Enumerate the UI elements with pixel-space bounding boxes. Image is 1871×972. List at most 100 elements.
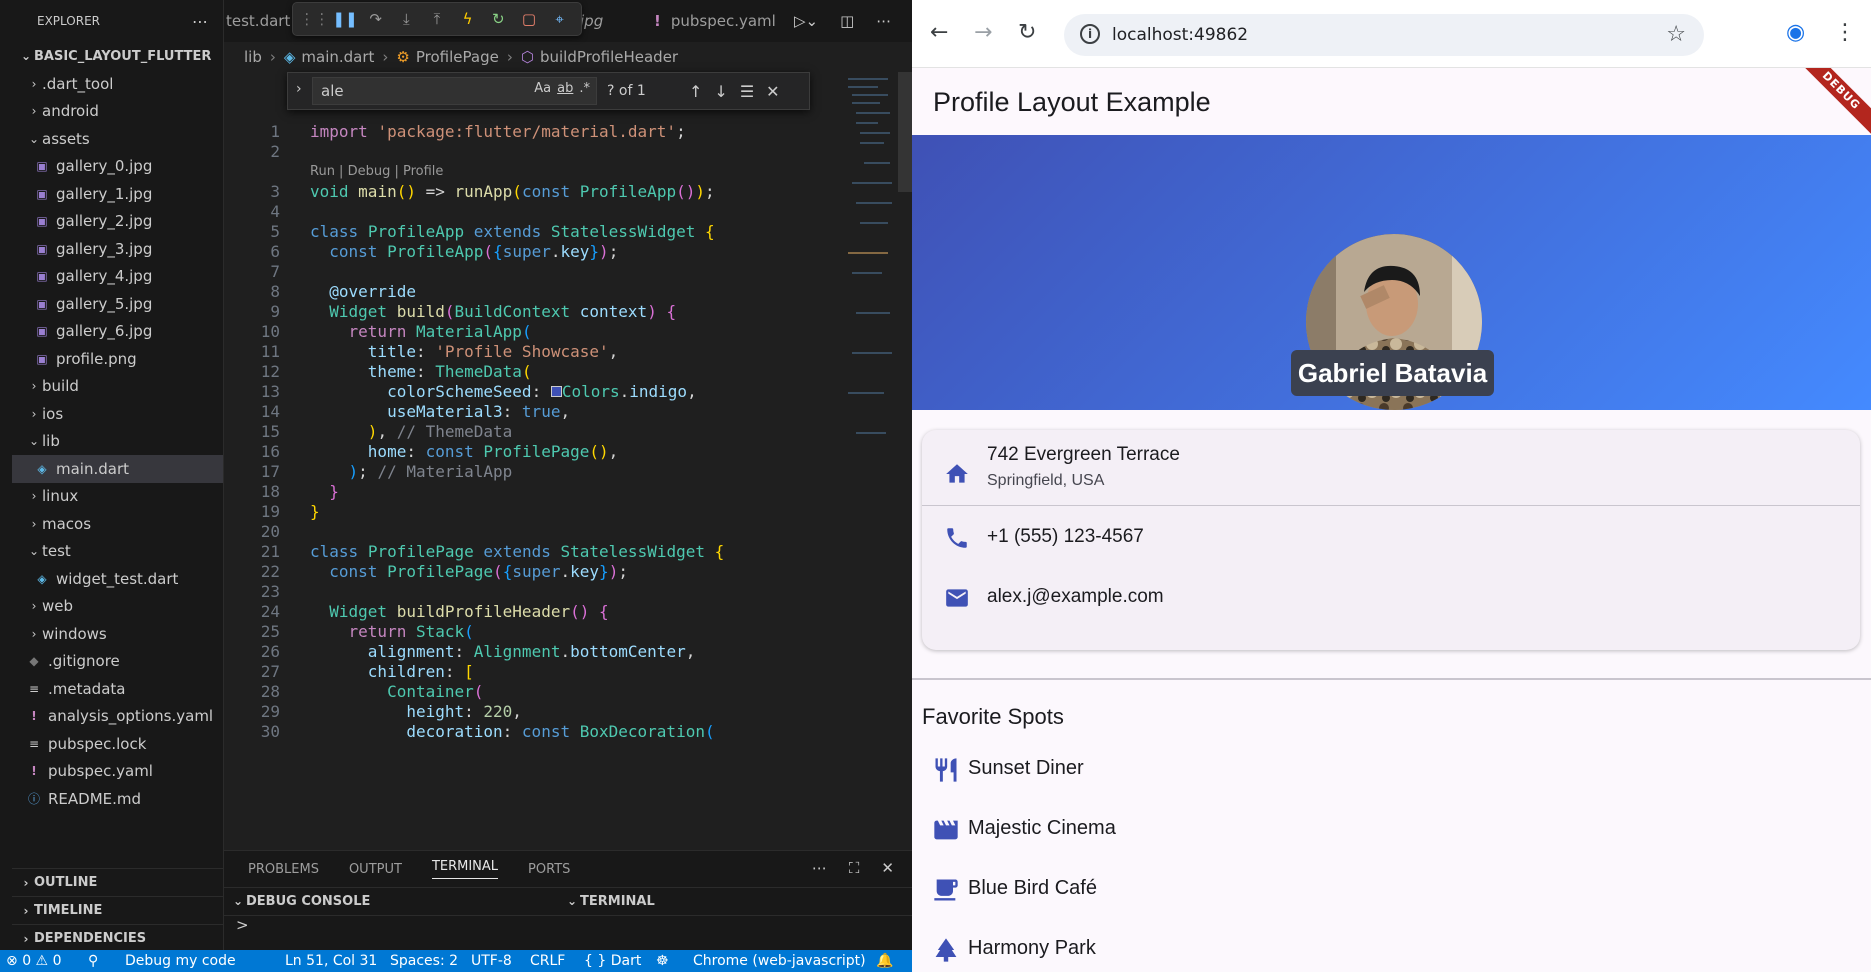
tree-file[interactable]: ▣ gallery_4.jpg <box>12 263 223 291</box>
debug-config-status[interactable]: Debug my code <box>125 953 236 969</box>
tree-folder[interactable]: › web <box>12 593 223 621</box>
tree-file[interactable]: ▣ gallery_1.jpg <box>12 180 223 208</box>
tree-file[interactable]: ◆ .gitignore <box>12 648 223 676</box>
regex-toggle[interactable]: .* <box>579 81 590 96</box>
restart-icon[interactable]: ↻ <box>487 8 509 30</box>
tree-folder[interactable]: › .dart_tool <box>12 70 223 98</box>
tree-folder[interactable]: › macos <box>12 510 223 538</box>
timeline-section[interactable]: › TIMELINE <box>12 896 224 924</box>
breadcrumb-lib[interactable]: lib <box>244 48 262 66</box>
find-in-selection-icon[interactable]: ☰ <box>740 82 754 101</box>
previous-match-icon[interactable]: ↑ <box>689 82 702 101</box>
phone-row[interactable]: +1 (555) 123-4567 <box>922 506 1860 570</box>
tree-file[interactable]: ◈ main.dart <box>12 455 223 483</box>
back-icon[interactable]: ← <box>930 20 948 45</box>
cursor-position[interactable]: Ln 51, Col 31 <box>285 953 377 969</box>
code-editor[interactable]: 1 import 'package:flutter/material.dart';… <box>224 112 844 850</box>
project-root[interactable]: ⌄ BASIC_LAYOUT_FLUTTER <box>12 42 223 70</box>
tab-test-dart[interactable]: test.dart <box>226 0 290 42</box>
tree-file[interactable]: ▣ gallery_5.jpg <box>12 290 223 318</box>
find-input[interactable]: ale Aa ab .* <box>312 77 597 105</box>
step-out-icon[interactable]: ⤒ <box>426 8 448 30</box>
debug-console-input[interactable]: > <box>224 915 912 941</box>
split-editor-icon[interactable]: ◫ <box>840 12 854 30</box>
encoding-status[interactable]: UTF-8 <box>471 953 512 969</box>
chevron-right-icon: › <box>31 406 37 421</box>
profile-icon[interactable]: ◉ <box>1786 20 1805 45</box>
dart-icon: ◈ <box>37 571 47 586</box>
tree-folder[interactable]: › linux <box>12 483 223 511</box>
tree-file[interactable]: ▣ gallery_0.jpg <box>12 153 223 181</box>
tree-file[interactable]: ▣ gallery_3.jpg <box>12 235 223 263</box>
outline-section[interactable]: › OUTLINE <box>12 868 224 896</box>
tree-folder[interactable]: › android <box>12 98 223 126</box>
address-bar[interactable]: i localhost:49862 ☆ <box>1064 14 1704 56</box>
tab-output[interactable]: OUTPUT <box>349 862 402 877</box>
site-info-icon[interactable]: i <box>1080 24 1100 44</box>
problems-status[interactable]: ⊗ 0 ⚠ 0 <box>6 953 61 969</box>
tree-folder[interactable]: ⌄ test <box>12 538 223 566</box>
close-icon[interactable]: ✕ <box>766 82 779 101</box>
menu-icon[interactable]: ⋮ <box>1834 20 1856 45</box>
code-lens[interactable]: Run | Debug | Profile <box>310 164 443 179</box>
email-row[interactable]: alex.j@example.com <box>922 570 1860 634</box>
list-item[interactable]: Harmony Park <box>922 920 1862 972</box>
eol-status[interactable]: CRLF <box>530 953 565 969</box>
step-over-icon[interactable]: ↷ <box>365 8 387 30</box>
list-item[interactable]: Majestic Cinema <box>922 800 1862 860</box>
breadcrumb-method[interactable]: buildProfileHeader <box>540 48 678 66</box>
reload-icon[interactable]: ↻ <box>1018 20 1036 45</box>
tree-file[interactable]: ◈ widget_test.dart <box>12 565 223 593</box>
tree-folder[interactable]: › windows <box>12 620 223 648</box>
tree-file[interactable]: ▣ gallery_6.jpg <box>12 318 223 346</box>
debug-console-header[interactable]: ⌄ DEBUG CONSOLE <box>224 894 564 909</box>
step-into-icon[interactable]: ⤓ <box>395 8 417 30</box>
tab-image[interactable]: jpg <box>580 0 603 42</box>
dependencies-section[interactable]: › DEPENDENCIES <box>12 924 224 952</box>
match-case-toggle[interactable]: Aa <box>534 81 551 96</box>
tab-ports[interactable]: PORTS <box>528 862 570 877</box>
close-panel-icon[interactable]: ✕ <box>881 859 894 877</box>
tree-file[interactable]: ⓘ README.md <box>12 785 223 813</box>
editor-scrollbar[interactable] <box>898 72 912 192</box>
tree-file[interactable]: ▣ gallery_2.jpg <box>12 208 223 236</box>
more-icon[interactable]: ⋯ <box>876 12 891 30</box>
tree-folder[interactable]: ⌄ assets <box>12 125 223 153</box>
breadcrumb-file[interactable]: main.dart <box>301 48 374 66</box>
next-match-icon[interactable]: ↓ <box>714 82 727 101</box>
list-item[interactable]: Blue Bird Café <box>922 860 1862 920</box>
tree-folder[interactable]: › ios <box>12 400 223 428</box>
tree-file[interactable]: ≡ pubspec.lock <box>12 730 223 758</box>
tree-file[interactable]: ! pubspec.yaml <box>12 758 223 786</box>
notifications-icon[interactable]: 🔔 <box>876 953 893 969</box>
pause-icon[interactable]: ❚❚ <box>332 8 357 30</box>
indentation-status[interactable]: Spaces: 2 <box>390 953 458 969</box>
tree-folder[interactable]: ⌄ lib <box>12 428 223 456</box>
hot-reload-icon[interactable]: ϟ <box>457 8 479 30</box>
tree-file[interactable]: ≡ .metadata <box>12 675 223 703</box>
stop-icon[interactable]: ▢ <box>518 8 540 30</box>
inspect-widget-icon[interactable]: ⌖ <box>549 8 571 30</box>
maximize-panel-icon[interactable]: ⛶ <box>849 859 860 877</box>
tab-terminal[interactable]: TERMINAL <box>431 859 499 879</box>
forward-icon[interactable]: → <box>974 20 992 45</box>
language-status[interactable]: { } Dart <box>584 953 641 969</box>
chevron-right-icon: › <box>31 489 37 504</box>
bookmark-star-icon[interactable]: ☆ <box>1666 22 1686 47</box>
list-item[interactable]: Sunset Diner <box>922 740 1862 800</box>
terminal-header[interactable]: ⌄ TERMINAL <box>564 894 655 909</box>
more-icon[interactable]: ⋯ <box>812 859 827 877</box>
breadcrumb-class[interactable]: ProfilePage <box>416 48 499 66</box>
device-status[interactable]: Chrome (web-javascript) <box>693 953 866 969</box>
image-icon: ▣ <box>36 186 48 201</box>
tab-pubspec[interactable]: ! pubspec.yaml <box>654 0 776 42</box>
toggle-replace-icon[interactable]: › <box>296 81 302 97</box>
tree-folder[interactable]: › build <box>12 373 223 401</box>
whole-word-toggle[interactable]: ab <box>557 81 573 96</box>
more-actions-icon[interactable]: ⋯ <box>192 12 209 31</box>
tree-file[interactable]: ▣ profile.png <box>12 345 223 373</box>
tree-file[interactable]: ! analysis_options.yaml <box>12 703 223 731</box>
run-debug-icon[interactable]: ▷⌄ <box>794 12 818 30</box>
drag-handle-icon[interactable]: ⋮⋮ <box>299 8 329 30</box>
tab-problems[interactable]: PROBLEMS <box>248 862 319 877</box>
